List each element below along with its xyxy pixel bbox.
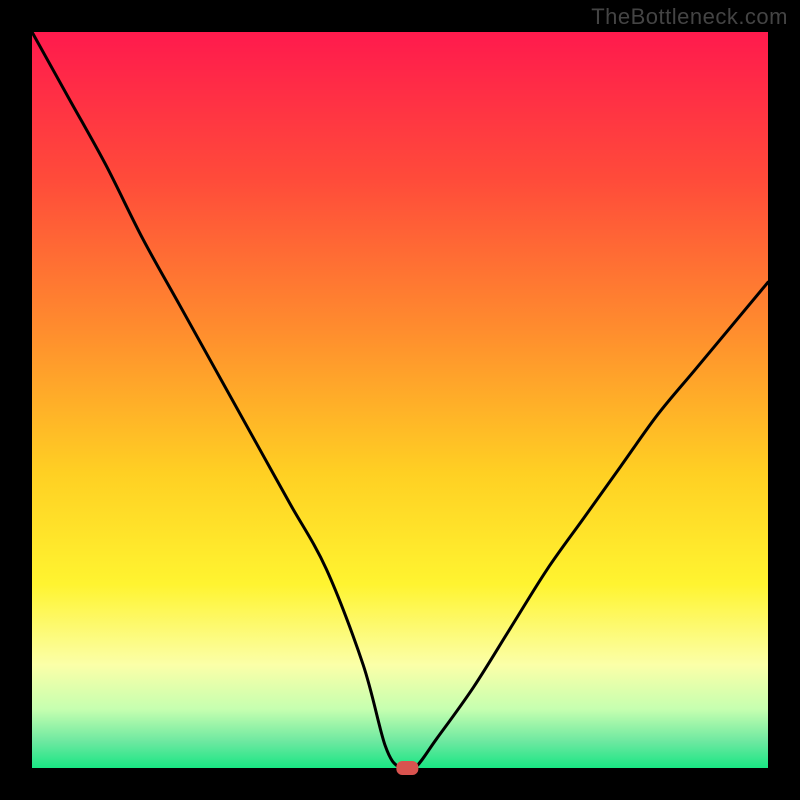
chart-frame: TheBottleneck.com	[0, 0, 800, 800]
watermark-text: TheBottleneck.com	[591, 4, 788, 30]
bottleneck-chart	[0, 0, 800, 800]
optimum-marker	[396, 761, 418, 775]
plot-background	[32, 32, 768, 768]
